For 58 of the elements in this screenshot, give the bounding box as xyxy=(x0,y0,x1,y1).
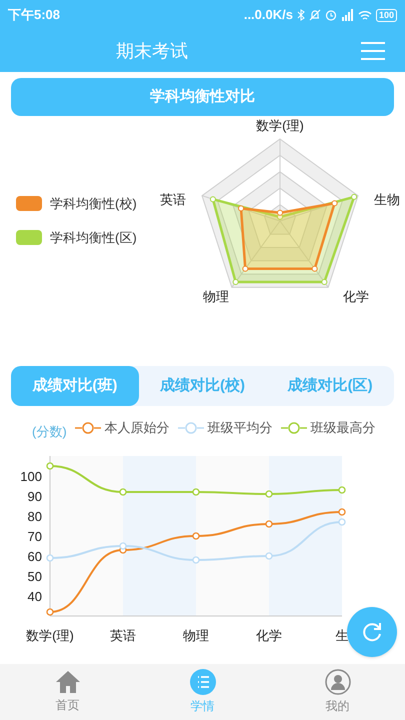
radar-axis-label: 物理 xyxy=(203,288,229,306)
data-point xyxy=(338,508,346,516)
y-tick-label: 50 xyxy=(28,568,42,584)
person-icon xyxy=(324,669,350,695)
legend-label: 学科均衡性(区) xyxy=(50,228,137,247)
bluetooth-icon xyxy=(296,9,305,21)
legend-label: 学科均衡性(校) xyxy=(50,195,137,213)
network-speed: ...0.0K/s xyxy=(244,6,293,24)
page-title: 期末考试 xyxy=(116,40,188,62)
menu-icon xyxy=(361,41,385,61)
series-legend-label: 班级最高分 xyxy=(310,419,376,437)
list-icon xyxy=(190,669,216,695)
refresh-button[interactable] xyxy=(347,607,397,657)
x-tick-label: 物理 xyxy=(183,628,209,642)
refresh-icon xyxy=(360,620,384,644)
y-tick-label: 40 xyxy=(28,588,42,604)
y-tick-label: 60 xyxy=(28,548,42,564)
data-point xyxy=(46,554,54,562)
status-time: 下午5:08 xyxy=(8,6,60,24)
x-tick-label: 数学(理) xyxy=(26,628,74,642)
y-tick-label: 70 xyxy=(28,528,42,544)
series-legend-label: 班级平均分 xyxy=(208,419,273,437)
series-legend-label: 本人原始分 xyxy=(104,419,170,437)
data-point xyxy=(338,486,346,494)
data-point xyxy=(192,488,200,496)
y-tick-label: 100 xyxy=(20,468,42,484)
data-point xyxy=(119,488,127,496)
wifi-icon xyxy=(358,10,372,20)
radar-axis-label: 数学(理) xyxy=(256,117,304,135)
nav-item[interactable]: 首页 xyxy=(0,664,135,720)
nav-item[interactable]: 学情 xyxy=(135,664,270,720)
data-point xyxy=(338,518,346,526)
x-tick-label: 英语 xyxy=(110,628,136,642)
data-point xyxy=(46,462,54,470)
data-point xyxy=(192,532,200,540)
data-point xyxy=(265,490,273,498)
radar-axis-label: 英语 xyxy=(160,191,186,209)
data-point xyxy=(265,552,273,560)
battery-level: 100 xyxy=(376,8,397,22)
y-axis-title: (分数) xyxy=(32,423,67,441)
x-tick-label: 化学 xyxy=(256,628,282,642)
bell-off-icon xyxy=(308,9,321,21)
data-point xyxy=(265,520,273,528)
y-tick-label: 80 xyxy=(28,508,42,524)
section-title-bar: 学科均衡性对比 xyxy=(11,78,394,116)
y-tick-label: 90 xyxy=(28,488,42,504)
radar-axis-label: 生物 xyxy=(374,191,400,209)
tab[interactable]: 成绩对比(校) xyxy=(138,366,266,406)
data-point xyxy=(192,556,200,564)
data-point xyxy=(46,608,54,616)
tab[interactable]: 成绩对比(班) xyxy=(11,366,139,406)
nav-item[interactable]: 我的 xyxy=(270,664,405,720)
signal-icon xyxy=(340,9,354,21)
radar-axis-label: 化学 xyxy=(343,288,369,306)
tab[interactable]: 成绩对比(区) xyxy=(266,366,394,406)
home-icon xyxy=(54,670,80,694)
x-tick-label: 生 xyxy=(336,628,348,642)
alarm-icon xyxy=(324,9,337,21)
